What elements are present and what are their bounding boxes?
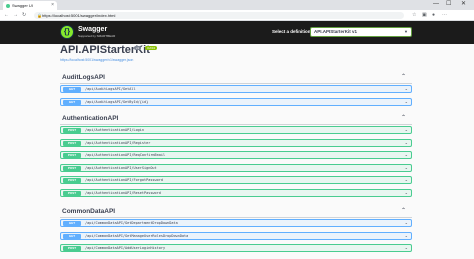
chevron-down-icon[interactable]: ⌄ xyxy=(405,233,408,239)
definition-value: API.APIStarterKit v1 xyxy=(314,29,358,34)
address-bar: ← → ↻ 🔒 https://localhost:5001/swagger/i… xyxy=(0,10,474,21)
chevron-down-icon: ▼ xyxy=(404,29,408,34)
operation-path: /api/AuditLogsAPI/GetAll xyxy=(85,87,136,91)
favorites-icon[interactable]: ☆ xyxy=(412,10,416,20)
method-badge: GET xyxy=(63,87,81,92)
swagger-logo-icon: {} xyxy=(60,25,74,39)
section-authenticationapi: AuthenticationAPI ⌃ POST/api/Authenticatio… xyxy=(60,113,412,201)
operation-row[interactable]: POST/api/CommonDataAPI/AddUserLoginHisto… xyxy=(60,244,412,252)
operation-path: /api/AuthenticationAPI/Login xyxy=(85,128,145,132)
operation-row[interactable]: POST/api/AuthenticationAPI/ForgotPasswor… xyxy=(60,176,412,184)
method-badge: POST xyxy=(63,165,81,171)
method-badge: POST xyxy=(63,140,81,146)
method-badge: POST xyxy=(63,178,81,183)
chevron-down-icon[interactable]: ⌄ xyxy=(405,177,408,183)
operation-path: /api/CommonDataAPI/GetManageUserRolesDro… xyxy=(85,233,189,238)
tab-title: Swagger UI xyxy=(12,3,33,8)
chevron-down-icon[interactable]: ⌄ xyxy=(405,220,408,226)
chevron-up-icon[interactable]: ⌃ xyxy=(401,207,406,214)
url-field[interactable]: 🔒 https://localhost:5001/swagger/index.h… xyxy=(34,11,404,19)
chevron-down-icon[interactable]: ⌄ xyxy=(405,99,408,105)
definition-label: Select a definition xyxy=(272,29,311,34)
section-title: AuthenticationAPI xyxy=(62,115,119,122)
settings-menu-icon[interactable]: ⋯ xyxy=(442,10,447,20)
operation-path: /api/AuthenticationAPI/UserSignOut xyxy=(85,165,157,170)
operation-row[interactable]: GET/api/CommonDataAPI/GetDepartmentDropD… xyxy=(60,219,412,227)
section-auditlogsapi: AuditLogsAPI ⌃ GET/api/AuditLogsAPI/GetAll… xyxy=(60,72,412,110)
operation-path: /api/CommonDataAPI/GetDepartmentDropDown… xyxy=(85,221,178,225)
url-text: https://localhost:5001/swagger/index.htm… xyxy=(42,12,116,18)
operation-path: /api/AuthenticationAPI/ReqConfirmEmail xyxy=(85,153,166,157)
logo-tagline: Supported by SMARTBEAR xyxy=(78,34,116,38)
chevron-down-icon[interactable]: ⌄ xyxy=(405,140,408,146)
maximize-icon[interactable]: ☐ xyxy=(446,0,451,9)
definition-select[interactable]: API.APIStarterKit v1 ▼ xyxy=(310,27,412,37)
section-header[interactable]: CommonDataAPI ⌃ xyxy=(60,206,412,218)
method-badge: GET xyxy=(63,221,81,226)
chevron-up-icon[interactable]: ⌃ xyxy=(401,73,406,80)
tab-close-icon[interactable]: × xyxy=(51,1,54,10)
method-badge: GET xyxy=(63,233,81,239)
method-badge: POST xyxy=(63,153,81,158)
forward-icon[interactable]: → xyxy=(13,10,18,20)
chevron-down-icon[interactable]: ⌄ xyxy=(405,245,408,251)
operation-row[interactable]: POST/api/AuthenticationAPI/UserSignOut ⌄ xyxy=(60,163,412,172)
operation-row[interactable]: GET/api/AuditLogsAPI/GetAll ⌄ xyxy=(60,85,412,93)
operation-path: /api/AuthenticationAPI/ResetPassword xyxy=(85,190,161,195)
browser-tab-strip: Swagger UI × — ☐ ✕ xyxy=(0,0,474,10)
section-title: AuditLogsAPI xyxy=(62,74,105,81)
profile-icon[interactable]: ● xyxy=(432,10,435,20)
swagger-favicon-icon xyxy=(6,3,10,8)
operation-row[interactable]: POST/api/AuthenticationAPI/Register ⌄ xyxy=(60,138,412,147)
method-badge: POST xyxy=(63,190,81,196)
operation-row[interactable]: POST/api/AuthenticationAPI/ResetPassword… xyxy=(60,188,412,197)
chevron-up-icon[interactable]: ⌃ xyxy=(401,114,406,121)
chevron-down-icon[interactable]: ⌄ xyxy=(405,86,408,92)
operation-path: /api/AuthenticationAPI/ForgotPassword xyxy=(85,178,163,182)
section-title: CommonDataAPI xyxy=(62,208,116,215)
section-header[interactable]: AuditLogsAPI ⌃ xyxy=(60,72,412,84)
chevron-down-icon[interactable]: ⌄ xyxy=(405,152,408,158)
logo-name: Swagger xyxy=(78,26,108,33)
close-window-icon[interactable]: ✕ xyxy=(461,0,466,9)
operation-row[interactable]: GET/api/AuditLogsAPI/GetById/{id} ⌄ xyxy=(60,97,412,106)
version-badge: v1 xyxy=(134,46,142,50)
back-icon[interactable]: ← xyxy=(4,10,9,20)
operation-row[interactable]: GET/api/CommonDataAPI/GetManageUserRoles… xyxy=(60,231,412,240)
browser-tab[interactable]: Swagger UI × xyxy=(3,1,57,10)
operation-row[interactable]: POST/api/AuthenticationAPI/Login ⌄ xyxy=(60,126,412,134)
section-header[interactable]: AuthenticationAPI ⌃ xyxy=(60,113,412,125)
swagger-logo[interactable]: {} Swagger Supported by SMARTBEAR xyxy=(60,25,120,40)
minimize-icon[interactable]: — xyxy=(433,0,439,9)
operation-path: /api/CommonDataAPI/AddUserLoginHistory xyxy=(85,246,166,250)
chevron-down-icon[interactable]: ⌄ xyxy=(405,127,408,133)
chevron-down-icon[interactable]: ⌄ xyxy=(405,165,408,171)
swagger-topbar: {} Swagger Supported by SMARTBEAR Select… xyxy=(0,21,474,44)
section-commondataapi: CommonDataAPI ⌃ GET/api/CommonDataAPI/GetD… xyxy=(60,206,412,257)
method-badge: POST xyxy=(63,246,81,251)
method-badge: GET xyxy=(63,99,81,105)
chevron-down-icon[interactable]: ⌄ xyxy=(405,190,408,196)
oas-badge: OAS3 xyxy=(145,46,158,50)
operation-row[interactable]: POST/api/AuthenticationAPI/ReqConfirmEma… xyxy=(60,151,412,159)
operation-path: /api/AuthenticationAPI/Register xyxy=(85,140,151,145)
collections-icon[interactable]: ▣ xyxy=(422,10,427,20)
refresh-icon[interactable]: ↻ xyxy=(22,10,26,20)
spec-link[interactable]: https://localhost:5001/swagger/v1/swagge… xyxy=(60,58,133,62)
method-badge: POST xyxy=(63,128,81,133)
operation-path: /api/AuditLogsAPI/GetById/{id} xyxy=(85,99,149,104)
